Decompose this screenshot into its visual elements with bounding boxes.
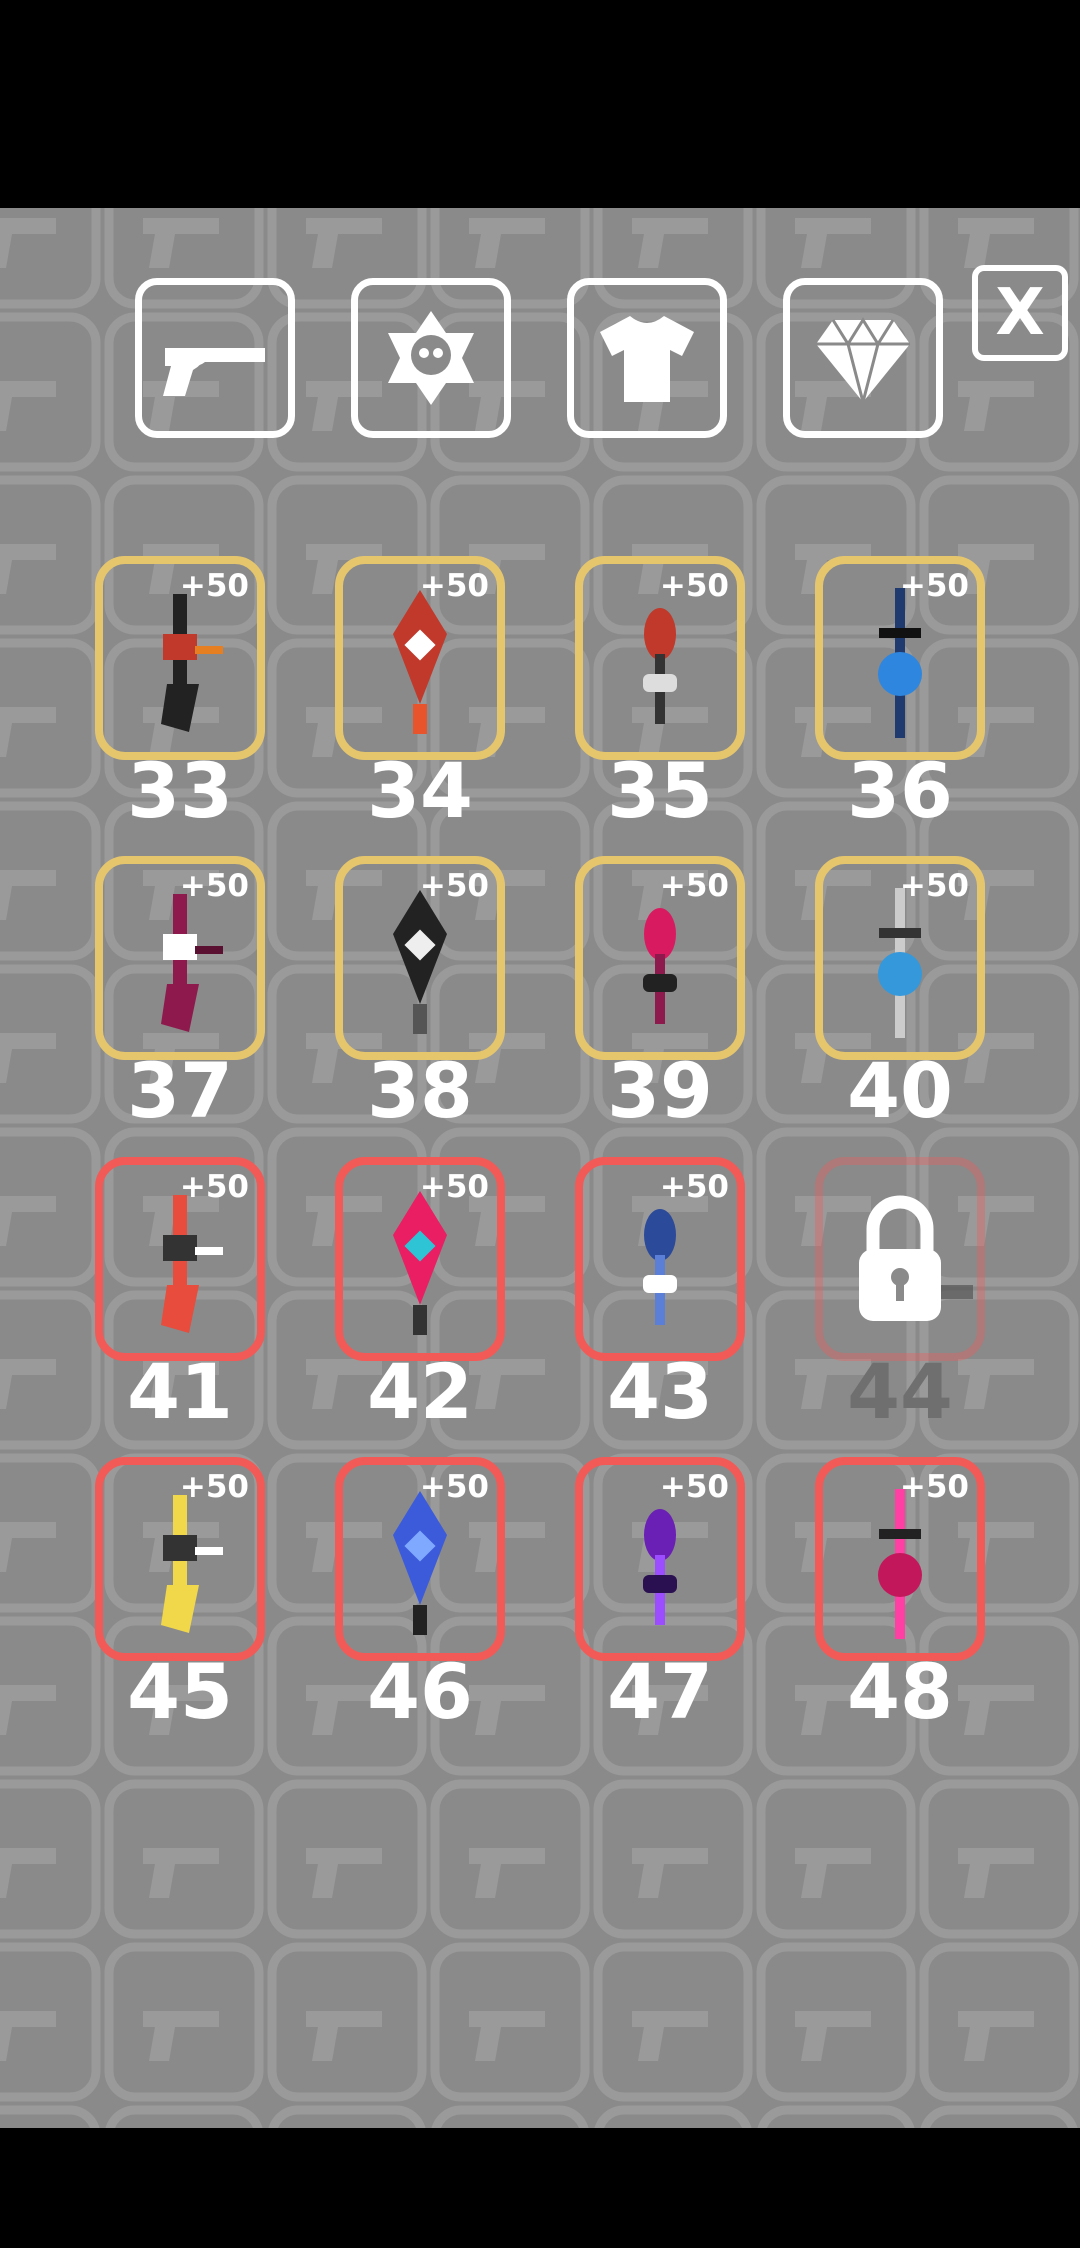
bonus-label: +50	[659, 868, 729, 904]
bonus-label: +50	[179, 868, 249, 904]
item-number: 35	[607, 746, 713, 835]
item-number: 46	[367, 1647, 473, 1736]
item-slot-42[interactable]: +50	[335, 1157, 505, 1361]
bonus-label: +50	[659, 1469, 729, 1505]
item-slot-47[interactable]: +50	[575, 1457, 745, 1661]
bonus-label: +50	[899, 1469, 969, 1505]
item-slot-37[interactable]: +50	[95, 856, 265, 1060]
bonus-label: +50	[659, 1169, 729, 1205]
item-number: 47	[607, 1647, 713, 1736]
item-number: 34	[367, 746, 473, 835]
item-number: 33	[127, 746, 233, 835]
item-number: 37	[127, 1046, 233, 1135]
bonus-label: +50	[419, 1469, 489, 1505]
bonus-label: +50	[899, 868, 969, 904]
bonus-label: +50	[419, 868, 489, 904]
item-slot-35[interactable]: +50	[575, 556, 745, 760]
item-number: 39	[607, 1046, 713, 1135]
shirt-icon	[600, 316, 694, 402]
skull-badge-icon	[388, 311, 474, 405]
item-number: 38	[367, 1046, 473, 1135]
item-slot-44[interactable]	[815, 1157, 985, 1361]
item-slot-33[interactable]: +50	[95, 556, 265, 760]
item-number: 48	[847, 1647, 953, 1736]
item-number: 42	[367, 1347, 473, 1436]
tab-weapons[interactable]	[135, 278, 295, 438]
item-slot-40[interactable]: +50	[815, 856, 985, 1060]
lock-icon	[859, 1195, 973, 1321]
item-number: 40	[847, 1046, 953, 1135]
item-slot-46[interactable]: +50	[335, 1457, 505, 1661]
item-slot-34[interactable]: +50	[335, 556, 505, 760]
bonus-label: +50	[179, 1169, 249, 1205]
close-icon: X	[995, 276, 1045, 350]
diamond-icon	[816, 317, 910, 408]
item-number: 44	[847, 1347, 953, 1436]
item-slot-43[interactable]: +50	[575, 1157, 745, 1361]
tab-skull-badge[interactable]	[351, 278, 511, 438]
close-button[interactable]: X	[972, 265, 1068, 361]
tab-diamond[interactable]	[783, 278, 943, 438]
item-number: 36	[847, 746, 953, 835]
bonus-label: +50	[419, 1169, 489, 1205]
bonus-label: +50	[659, 568, 729, 604]
item-slot-39[interactable]: +50	[575, 856, 745, 1060]
item-number: 45	[127, 1647, 233, 1736]
item-number: 43	[607, 1347, 713, 1436]
tab-shirt[interactable]	[567, 278, 727, 438]
item-slot-41[interactable]: +50	[95, 1157, 265, 1361]
revolver-icon	[163, 348, 265, 396]
bonus-label: +50	[419, 568, 489, 604]
item-slot-45[interactable]: +50	[95, 1457, 265, 1661]
bonus-label: +50	[179, 1469, 249, 1505]
item-slot-48[interactable]: +50	[815, 1457, 985, 1661]
bonus-label: +50	[899, 568, 969, 604]
item-slot-38[interactable]: +50	[335, 856, 505, 1060]
item-number: 41	[127, 1347, 233, 1436]
item-slot-36[interactable]: +50	[815, 556, 985, 760]
bonus-label: +50	[179, 568, 249, 604]
